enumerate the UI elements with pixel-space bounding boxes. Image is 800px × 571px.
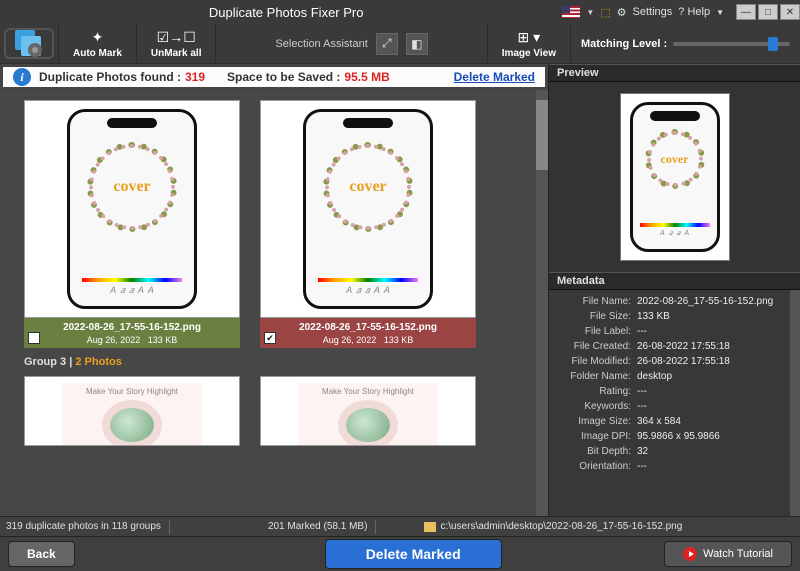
minimize-button[interactable]: — <box>736 4 756 20</box>
back-button[interactable]: Back <box>8 541 75 567</box>
help-dropdown-icon[interactable]: ▼ <box>716 8 724 17</box>
status-marked: 201 Marked (58.1 MB) <box>268 521 368 532</box>
metadata-row: Folder Name:desktop <box>549 369 790 384</box>
photo-tile[interactable]: Make Your Story Highlight <box>24 376 240 446</box>
space-label: Space to be Saved : <box>227 70 340 84</box>
tile-filename: 2022-08-26_17-55-16-152.png <box>63 322 201 333</box>
delete-marked-button[interactable]: Delete Marked <box>325 539 502 569</box>
wand-icon: ✦ <box>92 29 104 46</box>
tile-filename: 2022-08-26_17-55-16-152.png <box>299 322 437 333</box>
found-count: 319 <box>185 70 205 84</box>
photo-thumbnail[interactable]: cover A𝑎𝑎AA <box>24 100 240 318</box>
status-bar: 319 duplicate photos in 118 groups 201 M… <box>0 516 800 536</box>
photo-tile[interactable]: cover A𝑎𝑎AA 2022-08-26_17-55-16-152.png … <box>24 100 240 348</box>
language-flag-icon[interactable] <box>562 6 580 18</box>
unmark-icon: ☑→☐ <box>157 29 196 46</box>
metadata-scrollbar[interactable] <box>790 290 800 516</box>
status-path: c:\users\admin\desktop\2022-08-26_17-55-… <box>440 521 682 532</box>
folder-icon <box>424 522 436 532</box>
metadata-row: File Created:26-08-2022 17:55:18 <box>549 339 790 354</box>
settings-gear-icon[interactable]: ⚙ <box>617 6 627 19</box>
info-icon: i <box>13 68 31 86</box>
photo-thumbnail[interactable]: cover A𝑎𝑎AA <box>260 100 476 318</box>
flag-dropdown-icon[interactable]: ▼ <box>586 8 594 17</box>
vertical-scrollbar[interactable] <box>536 90 548 516</box>
selection-assistant-label: Selection Assistant <box>275 38 367 50</box>
metadata-row: Bit Depth:32 <box>549 444 790 459</box>
metadata-row: Orientation:--- <box>549 459 790 474</box>
slider-thumb[interactable] <box>768 37 778 51</box>
metadata-list: File Name:2022-08-26_17-55-16-152.pngFil… <box>549 290 790 516</box>
status-groups: 319 duplicate photos in 118 groups <box>6 521 161 532</box>
found-label: Duplicate Photos found : <box>39 70 181 84</box>
play-icon <box>683 547 697 561</box>
metadata-row: File Name:2022-08-26_17-55-16-152.png <box>549 294 790 309</box>
photo-tile[interactable]: cover A𝑎𝑎AA 2022-08-26_17-55-16-152.png … <box>260 100 476 348</box>
metadata-row: File Label:--- <box>549 324 790 339</box>
space-value: 95.5 MB <box>344 70 389 84</box>
matching-level-control: Matching Level : <box>570 24 800 63</box>
app-title: Duplicate Photos Fixer Pro <box>10 5 562 20</box>
auto-mark-button[interactable]: ✦ Auto Mark <box>58 24 136 63</box>
watch-tutorial-button[interactable]: Watch Tutorial <box>664 541 792 567</box>
metadata-row: Image Size:364 x 584 <box>549 414 790 429</box>
selection-eraser-button[interactable]: ◧ <box>406 33 428 55</box>
preview-header: Preview <box>549 64 800 82</box>
metadata-row: Rating:--- <box>549 384 790 399</box>
metadata-header: Metadata <box>549 272 800 290</box>
photo-tile[interactable]: Make Your Story Highlight <box>260 376 476 446</box>
unmark-all-button[interactable]: ☑→☐ UnMark all <box>136 24 216 63</box>
notification-icon[interactable]: ⬚ <box>600 6 610 19</box>
tile-checkbox[interactable]: ✔ <box>264 332 276 344</box>
app-logo <box>4 28 54 59</box>
matching-level-slider[interactable] <box>673 42 790 46</box>
close-button[interactable]: ✕ <box>780 4 800 20</box>
metadata-row: Keywords:--- <box>549 399 790 414</box>
settings-menu[interactable]: Settings <box>633 6 673 18</box>
selection-expand-button[interactable]: ⤢ <box>376 33 398 55</box>
preview-area: cover A𝑎𝑎A <box>549 82 800 272</box>
metadata-row: File Modified:26-08-2022 17:55:18 <box>549 354 790 369</box>
help-menu[interactable]: ? Help <box>678 6 710 18</box>
delete-marked-link[interactable]: Delete Marked <box>454 70 535 84</box>
tile-checkbox[interactable] <box>28 332 40 344</box>
group-header: Group 3 | 2 Photos <box>6 352 542 372</box>
image-view-button[interactable]: ⊞ ▾ Image View <box>487 24 570 63</box>
maximize-button[interactable]: □ <box>758 4 778 20</box>
metadata-row: Image DPI:95.9866 x 95.9866 <box>549 429 790 444</box>
grid-icon: ⊞ ▾ <box>518 29 541 46</box>
metadata-row: File Size:133 KB <box>549 309 790 324</box>
matching-level-label: Matching Level : <box>581 38 667 50</box>
